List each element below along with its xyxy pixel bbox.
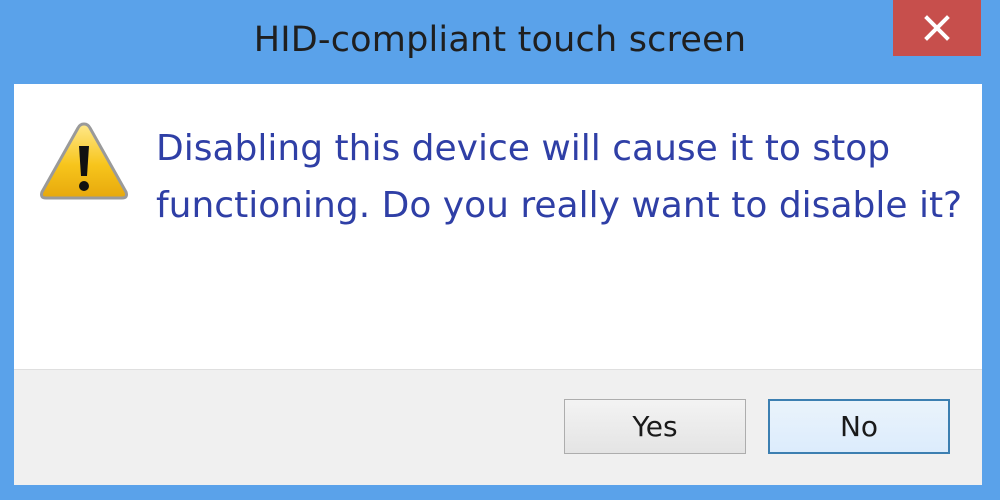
dialog-message: Disabling this device will cause it to s… [156,128,963,226]
no-button[interactable]: No [768,399,950,454]
dialog-body: Disabling this device will cause it to s… [14,84,982,485]
yes-button[interactable]: Yes [564,399,746,454]
close-button[interactable] [893,0,981,56]
close-icon [924,15,950,41]
dialog-window: HID-compliant touch screen Disabling thi… [0,0,1000,500]
warning-icon [40,122,128,200]
message-area: Disabling this device will cause it to s… [14,84,982,369]
title-bar[interactable]: HID-compliant touch screen [0,0,1000,84]
dialog-title: HID-compliant touch screen [253,20,747,60]
button-bar: Yes No [14,369,982,485]
